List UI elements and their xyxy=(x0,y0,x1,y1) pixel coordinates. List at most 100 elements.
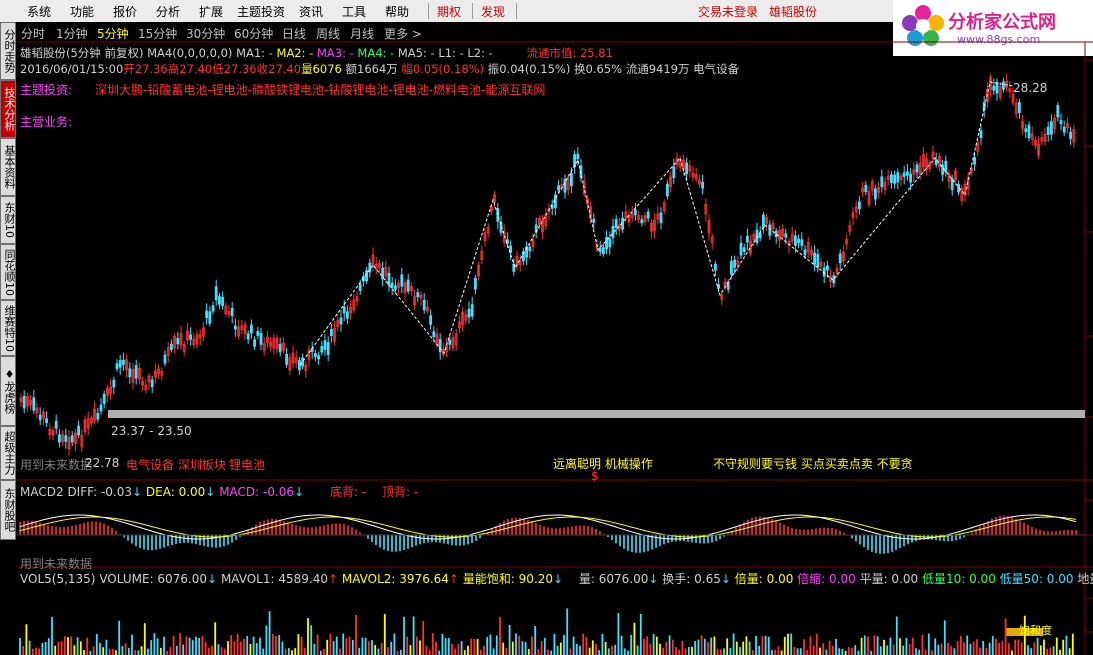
menu-analysis[interactable]: 分析 xyxy=(156,3,180,20)
candle-body xyxy=(505,239,509,245)
menu-tools[interactable]: 工具 xyxy=(342,3,366,20)
candle-body xyxy=(736,260,740,266)
candle-body xyxy=(995,81,999,94)
sidebar-tab-technical[interactable]: 技术分析 xyxy=(0,80,16,138)
vol-suoliang: 倍缩: 0.00 xyxy=(797,572,856,586)
menu-options[interactable]: 期权 xyxy=(437,3,461,20)
candle-body xyxy=(557,185,560,191)
menu-discover[interactable]: 发现 xyxy=(481,3,505,20)
candle-body xyxy=(698,180,701,185)
candle-body xyxy=(61,434,64,443)
tag-concept[interactable]: 锂电池 xyxy=(229,456,265,473)
period-intraday[interactable]: 分时 xyxy=(21,25,45,42)
vol-mavol2: MAVOL2: 3976.64 xyxy=(341,572,449,586)
candle-body xyxy=(656,213,660,220)
ma5-value: MA5: - xyxy=(397,46,435,60)
theme-label: 主题投资: xyxy=(20,83,73,97)
login-status[interactable]: 交易未登录 xyxy=(698,3,758,20)
period-daily[interactable]: 日线 xyxy=(282,25,306,42)
arrow-up-icon: ↑ xyxy=(448,572,459,586)
sidebar-tab-wst10[interactable]: 维赛特10 xyxy=(0,300,16,356)
vol-saturation-label: 饱和度 xyxy=(1019,624,1052,637)
arrow-down-icon: ↓ xyxy=(132,485,143,499)
period-5min[interactable]: 5分钟 xyxy=(97,25,129,42)
dollar-marker: $ xyxy=(591,469,599,483)
candle-body xyxy=(912,169,916,175)
candle-body xyxy=(83,419,87,433)
period-monthly[interactable]: 月线 xyxy=(350,25,374,42)
candle-body xyxy=(541,220,544,233)
tag-industry[interactable]: 电气设备 xyxy=(126,456,174,473)
candle-body xyxy=(125,359,128,370)
period-bar: 分时 1分钟 5分钟 15分钟 30分钟 60分钟 日线 周线 月线 更多 > xyxy=(17,22,893,42)
candle-body xyxy=(525,246,528,258)
candle-body xyxy=(1008,88,1012,92)
candle-body xyxy=(336,320,340,327)
menu-extend[interactable]: 扩展 xyxy=(199,3,223,20)
ma1-value: MA1: - xyxy=(236,46,273,60)
vol-mavol1: MAVOL1: 4589.40 xyxy=(220,572,328,586)
candle-body xyxy=(790,233,794,242)
candle-body xyxy=(397,283,401,288)
candle-body xyxy=(730,260,733,275)
candle-body xyxy=(451,337,455,349)
candle-body xyxy=(486,227,490,234)
candle-body xyxy=(1062,126,1066,133)
candle-body xyxy=(112,379,116,388)
candle-body xyxy=(22,395,26,409)
tag-region[interactable]: 深圳板块 xyxy=(178,456,226,473)
menu-help[interactable]: 帮助 xyxy=(385,3,409,20)
candle-body xyxy=(746,235,749,243)
sidebar-tab-dragon-tiger[interactable]: ♦龙虎榜 xyxy=(0,356,16,426)
candle-body xyxy=(1018,102,1021,113)
candle-body xyxy=(589,206,592,220)
candle-body xyxy=(854,206,858,213)
zigzag-line xyxy=(299,81,1014,366)
candle-body xyxy=(765,217,768,224)
candle-body xyxy=(1024,128,1028,133)
period-15min[interactable]: 15分钟 xyxy=(138,25,177,42)
candle-body xyxy=(48,428,52,436)
candle-body xyxy=(406,279,410,292)
sidebar-tab-guba[interactable]: 东财股吧 xyxy=(0,480,16,540)
period-1min[interactable]: 1分钟 xyxy=(56,25,88,42)
candle-body xyxy=(899,175,903,181)
menu-function[interactable]: 功能 xyxy=(70,3,94,20)
candle-body xyxy=(416,292,420,298)
candle-body xyxy=(861,187,864,193)
sidebar-tab-ths10[interactable]: 同花顺10 xyxy=(0,244,16,300)
sidebar-tab-basic-info[interactable]: 基本资料 xyxy=(0,138,16,196)
candle-body xyxy=(403,282,407,293)
candle-body xyxy=(278,343,282,353)
candle-body xyxy=(602,247,605,255)
period-60min[interactable]: 60分钟 xyxy=(234,25,273,42)
candle-body xyxy=(704,204,708,215)
candle-body xyxy=(979,130,983,139)
menu-theme-invest[interactable]: 主题投资 xyxy=(237,3,285,20)
period-weekly[interactable]: 周线 xyxy=(316,25,340,42)
sidebar-tab-eastmoney10[interactable]: 东财10 xyxy=(0,196,16,244)
candle-body xyxy=(800,239,804,246)
candle-body xyxy=(438,339,442,353)
quote-change: 幅0.05(0.18%) xyxy=(401,62,485,76)
arrow-down-icon: ↓ xyxy=(553,572,564,586)
period-30min[interactable]: 30分钟 xyxy=(186,25,225,42)
menu-quote[interactable]: 报价 xyxy=(113,3,137,20)
candle-body xyxy=(323,340,327,350)
sidebar-tab-intraday[interactable]: 分时走势 xyxy=(0,22,16,80)
candle-body xyxy=(339,317,343,325)
menu-separator xyxy=(516,3,517,19)
candle-body xyxy=(201,327,205,337)
candle-body xyxy=(176,338,180,345)
theme-value[interactable]: 深圳大鹏-铅酸蓄电池-锂电池-磷酸铁锂电池-钴酸锂电池-锂电池-燃料电池-能源互… xyxy=(95,81,545,98)
candle-body xyxy=(1014,102,1018,115)
sidebar-tab-super-main[interactable]: 超级主力 xyxy=(0,426,16,480)
candle-body xyxy=(810,249,813,256)
candle-body xyxy=(691,172,695,178)
period-more[interactable]: 更多 > xyxy=(384,25,422,42)
support-band xyxy=(108,410,1085,418)
menu-system[interactable]: 系统 xyxy=(27,3,51,20)
menu-news[interactable]: 资讯 xyxy=(299,3,323,20)
candle-body xyxy=(966,177,970,189)
candle-body xyxy=(361,276,365,282)
